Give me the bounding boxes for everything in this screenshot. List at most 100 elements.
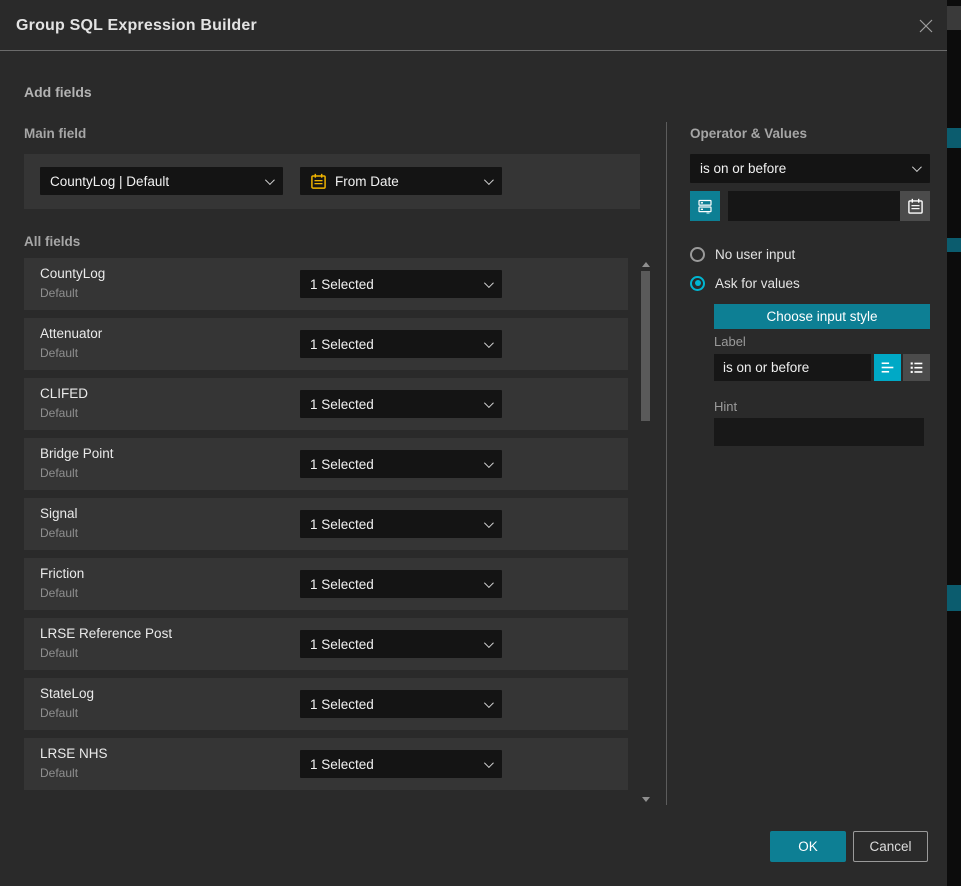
field-selected-value: 1 Selected bbox=[310, 757, 374, 772]
field-selected-dropdown[interactable]: 1 Selected bbox=[300, 510, 502, 538]
single-value-style-button[interactable] bbox=[874, 354, 901, 381]
field-name: StateLog bbox=[40, 686, 94, 701]
scrollbar-thumb[interactable] bbox=[641, 271, 650, 421]
field-selected-dropdown[interactable]: 1 Selected bbox=[300, 630, 502, 658]
choose-input-style-button[interactable]: Choose input style bbox=[714, 304, 930, 329]
radio-unselected-icon bbox=[690, 247, 705, 262]
calendar-icon bbox=[310, 173, 327, 190]
chevron-down-icon bbox=[265, 175, 275, 185]
field-name: CLIFED bbox=[40, 386, 88, 401]
chevron-down-icon bbox=[484, 458, 494, 468]
field-selected-dropdown[interactable]: 1 Selected bbox=[300, 570, 502, 598]
field-selected-value: 1 Selected bbox=[310, 397, 374, 412]
background-fragment bbox=[947, 128, 961, 148]
field-selected-value: 1 Selected bbox=[310, 517, 374, 532]
main-field-heading: Main field bbox=[24, 126, 86, 141]
scroll-down-arrow-icon[interactable] bbox=[642, 797, 650, 802]
hint-input[interactable] bbox=[714, 418, 924, 446]
scroll-up-arrow-icon[interactable] bbox=[642, 262, 650, 267]
field-selected-value: 1 Selected bbox=[310, 637, 374, 652]
field-selected-value: 1 Selected bbox=[310, 457, 374, 472]
radio-ask-for-values-label: Ask for values bbox=[715, 276, 800, 291]
add-fields-heading: Add fields bbox=[24, 84, 92, 100]
main-field-dropdown-value: From Date bbox=[335, 174, 399, 189]
background-app-strip bbox=[947, 0, 961, 886]
chevron-down-icon bbox=[484, 338, 494, 348]
field-subtitle: Default bbox=[40, 406, 78, 420]
value-row bbox=[690, 191, 930, 221]
background-fragment bbox=[947, 238, 961, 252]
value-type-button[interactable] bbox=[690, 191, 720, 221]
label-caption: Label bbox=[714, 334, 746, 349]
stacked-input-icon bbox=[696, 197, 714, 215]
field-selected-dropdown[interactable]: 1 Selected bbox=[300, 750, 502, 778]
field-row: Friction Default 1 Selected bbox=[24, 558, 628, 610]
field-selected-dropdown[interactable]: 1 Selected bbox=[300, 270, 502, 298]
close-icon bbox=[917, 17, 935, 35]
chevron-down-icon bbox=[484, 398, 494, 408]
field-row: LRSE Reference Post Default 1 Selected bbox=[24, 618, 628, 670]
field-selected-value: 1 Selected bbox=[310, 577, 374, 592]
close-button[interactable] bbox=[915, 15, 937, 37]
background-fragment bbox=[947, 6, 961, 30]
field-name: Signal bbox=[40, 506, 78, 521]
field-selected-dropdown[interactable]: 1 Selected bbox=[300, 330, 502, 358]
ok-button[interactable]: OK bbox=[770, 831, 846, 862]
field-subtitle: Default bbox=[40, 586, 78, 600]
field-row: StateLog Default 1 Selected bbox=[24, 678, 628, 730]
operator-dropdown[interactable]: is on or before bbox=[690, 154, 930, 183]
field-row: Signal Default 1 Selected bbox=[24, 498, 628, 550]
radio-no-user-input-label: No user input bbox=[715, 247, 795, 262]
date-picker-button[interactable] bbox=[900, 191, 930, 221]
radio-selected-icon bbox=[690, 276, 705, 291]
calendar-icon bbox=[907, 198, 924, 215]
field-selected-value: 1 Selected bbox=[310, 337, 374, 352]
field-name: Friction bbox=[40, 566, 84, 581]
field-row: CLIFED Default 1 Selected bbox=[24, 378, 628, 430]
radio-no-user-input[interactable]: No user input bbox=[690, 245, 930, 263]
chevron-down-icon bbox=[484, 638, 494, 648]
chevron-down-icon bbox=[912, 162, 922, 172]
field-selected-dropdown[interactable]: 1 Selected bbox=[300, 690, 502, 718]
field-subtitle: Default bbox=[40, 286, 78, 300]
field-row: Bridge Point Default 1 Selected bbox=[24, 438, 628, 490]
list-scrollbar[interactable] bbox=[641, 258, 651, 806]
main-dataset-dropdown[interactable]: CountyLog | Default bbox=[40, 167, 283, 195]
field-row: CountyLog Default 1 Selected bbox=[24, 258, 628, 310]
field-subtitle: Default bbox=[40, 706, 78, 720]
label-input[interactable] bbox=[714, 354, 871, 381]
list-style-button[interactable] bbox=[903, 354, 930, 381]
field-subtitle: Default bbox=[40, 466, 78, 480]
operator-dropdown-value: is on or before bbox=[700, 161, 786, 176]
field-selected-dropdown[interactable]: 1 Selected bbox=[300, 390, 502, 418]
all-fields-list: CountyLog Default 1 Selected Attenuator … bbox=[24, 258, 628, 798]
chevron-down-icon bbox=[484, 278, 494, 288]
background-fragment bbox=[947, 585, 961, 611]
main-field-dropdown[interactable]: From Date bbox=[300, 167, 502, 195]
align-left-icon bbox=[879, 359, 896, 376]
field-subtitle: Default bbox=[40, 346, 78, 360]
dialog-titlebar: Group SQL Expression Builder bbox=[0, 0, 947, 51]
field-subtitle: Default bbox=[40, 766, 78, 780]
field-name: LRSE NHS bbox=[40, 746, 108, 761]
chevron-down-icon bbox=[484, 175, 494, 185]
dialog-title: Group SQL Expression Builder bbox=[16, 0, 257, 51]
panel-divider bbox=[666, 122, 667, 805]
field-row: Attenuator Default 1 Selected bbox=[24, 318, 628, 370]
field-selected-value: 1 Selected bbox=[310, 277, 374, 292]
chevron-down-icon bbox=[484, 518, 494, 528]
chevron-down-icon bbox=[484, 698, 494, 708]
main-dataset-dropdown-value: CountyLog | Default bbox=[50, 174, 169, 189]
field-row: LRSE NHS Default 1 Selected bbox=[24, 738, 628, 790]
group-sql-expression-builder-dialog: Group SQL Expression Builder Add fields … bbox=[0, 0, 947, 886]
chevron-down-icon bbox=[484, 578, 494, 588]
value-input[interactable] bbox=[728, 191, 900, 221]
all-fields-heading: All fields bbox=[24, 234, 80, 249]
radio-ask-for-values[interactable]: Ask for values bbox=[690, 274, 930, 292]
bulleted-list-icon bbox=[908, 359, 925, 376]
field-selected-value: 1 Selected bbox=[310, 697, 374, 712]
field-selected-dropdown[interactable]: 1 Selected bbox=[300, 450, 502, 478]
cancel-button[interactable]: Cancel bbox=[853, 831, 928, 862]
field-name: LRSE Reference Post bbox=[40, 626, 172, 641]
operator-values-heading: Operator & Values bbox=[690, 126, 807, 141]
